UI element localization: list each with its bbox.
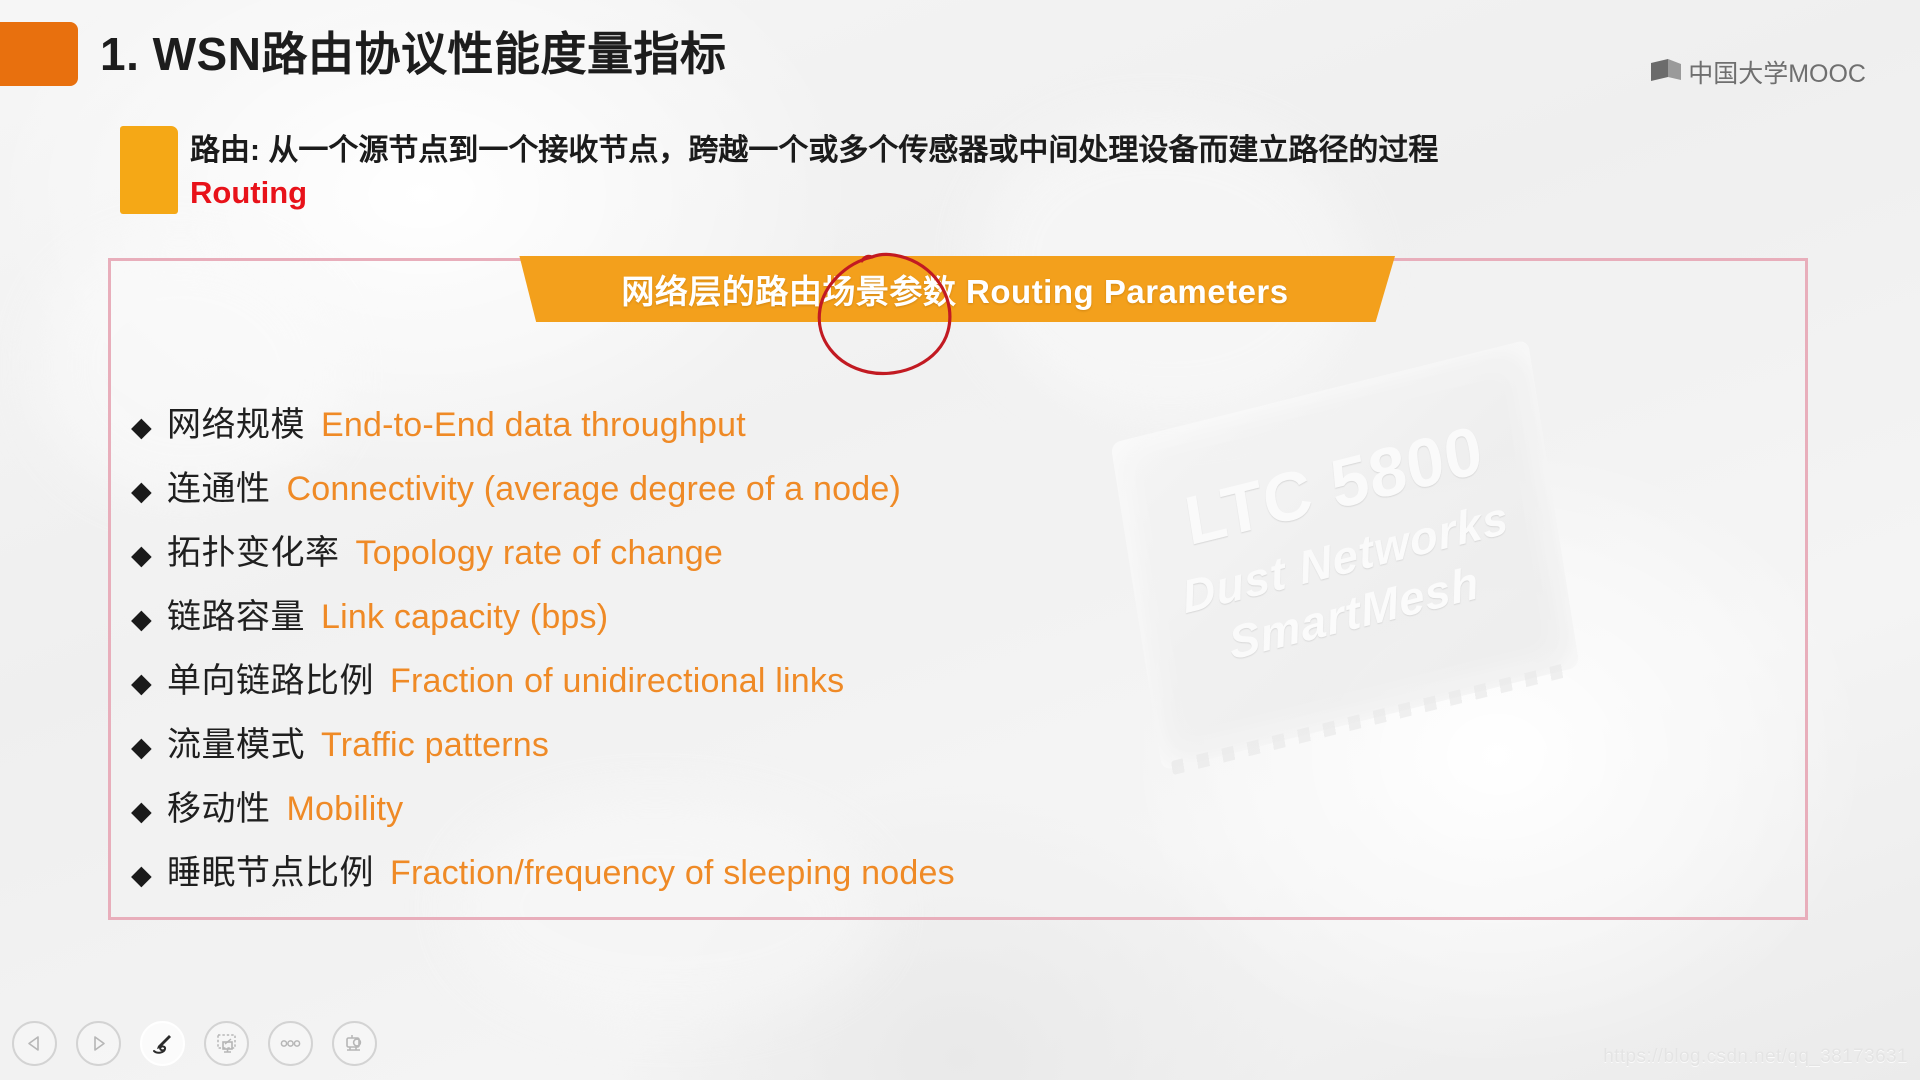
screenshot-button[interactable]	[204, 1021, 249, 1066]
list-item-label-cn: 连通性	[167, 470, 271, 508]
previous-slide-button[interactable]	[12, 1021, 57, 1066]
list-item: ◆ 睡眠节点比例 Fraction/frequency of sleeping …	[131, 845, 1691, 909]
pen-annotate-button[interactable]	[140, 1021, 185, 1066]
diamond-bullet-icon: ◆	[131, 540, 152, 570]
list-item-label-en: Mobility	[286, 790, 404, 828]
list-item-label-cn: 单向链路比例	[167, 662, 374, 700]
list-item-label-cn: 网络规模	[167, 406, 305, 444]
mooc-logo-label: 中国大学MOOC	[1688, 60, 1866, 88]
list-item-label-cn: 移动性	[167, 790, 271, 828]
diamond-bullet-icon: ◆	[131, 604, 152, 634]
list-item-label-en: Topology rate of change	[355, 534, 724, 572]
player-toolbar[interactable]	[12, 1021, 377, 1066]
pen-icon	[153, 1035, 171, 1054]
title-accent-block	[0, 22, 78, 86]
projector-icon	[346, 1035, 362, 1051]
list-item-label-en: Fraction of unidirectional links	[390, 662, 845, 700]
screen-capture-icon	[217, 1034, 236, 1053]
csdn-watermark: https://blog.csdn.net/qq_38173631	[1603, 1046, 1908, 1067]
triangle-right-icon	[94, 1036, 105, 1051]
list-item: ◆ 链路容量 Link capacity (bps)	[131, 589, 1691, 653]
list-item: ◆ 移动性 Mobility	[131, 781, 1691, 845]
book-logo-icon	[1651, 59, 1682, 81]
more-options-button[interactable]	[268, 1021, 313, 1066]
list-item-label-en: Fraction/frequency of sleeping nodes	[390, 854, 955, 892]
diamond-bullet-icon: ◆	[131, 732, 152, 762]
next-slide-button[interactable]	[76, 1021, 121, 1066]
list-item-label-cn: 拓扑变化率	[167, 534, 340, 572]
list-item: ◆ 单向链路比例 Fraction of unidirectional link…	[131, 653, 1691, 717]
mooc-logo: 中国大学MOOC	[1651, 54, 1866, 90]
list-item: ◆ 网络规模 End-to-End data throughput	[131, 397, 1691, 461]
subtitle-accent-block	[120, 126, 178, 214]
list-item-label-cn: 睡眠节点比例	[167, 854, 374, 892]
diamond-bullet-icon: ◆	[131, 412, 152, 442]
parameter-list: ◆ 网络规模 End-to-End data throughput ◆ 连通性 …	[131, 397, 1691, 909]
subtitle-english: Routing	[190, 174, 308, 210]
list-item: ◆ 连通性 Connectivity (average degree of a …	[131, 461, 1691, 525]
list-item-label-cn: 链路容量	[167, 598, 305, 636]
routing-parameters-banner: 网络层的路由场景参数 Routing Parameters	[519, 256, 1395, 322]
diamond-bullet-icon: ◆	[131, 796, 152, 826]
list-item: ◆ 流量模式 Traffic patterns	[131, 717, 1691, 781]
ellipsis-icon	[280, 1040, 301, 1047]
routing-parameters-panel: ◆ 网络规模 End-to-End data throughput ◆ 连通性 …	[108, 258, 1808, 920]
list-item-label-en: Connectivity (average degree of a node)	[286, 470, 902, 508]
diamond-bullet-icon: ◆	[131, 668, 152, 698]
banner-label: 网络层的路由场景参数 Routing Parameters	[621, 273, 1289, 310]
list-item-label-cn: 流量模式	[167, 726, 305, 764]
cast-button[interactable]	[332, 1021, 377, 1066]
list-item-label-en: End-to-End data throughput	[321, 406, 746, 444]
triangle-left-icon	[28, 1036, 39, 1051]
page-title: 1. WSN路由协议性能度量指标	[100, 28, 727, 80]
list-item-label-en: Traffic patterns	[321, 726, 550, 764]
subtitle-chinese: 路由: 从一个源节点到一个接收节点，跨越一个或多个传感器或中间处理设备而建立路径…	[190, 134, 1439, 167]
diamond-bullet-icon: ◆	[131, 476, 152, 506]
list-item: ◆ 拓扑变化率 Topology rate of change	[131, 525, 1691, 589]
list-item-label-en: Link capacity (bps)	[321, 598, 609, 636]
diamond-bullet-icon: ◆	[131, 860, 152, 890]
subtitle-block: 路由: 从一个源节点到一个接收节点，跨越一个或多个传感器或中间处理设备而建立路径…	[190, 132, 1840, 210]
